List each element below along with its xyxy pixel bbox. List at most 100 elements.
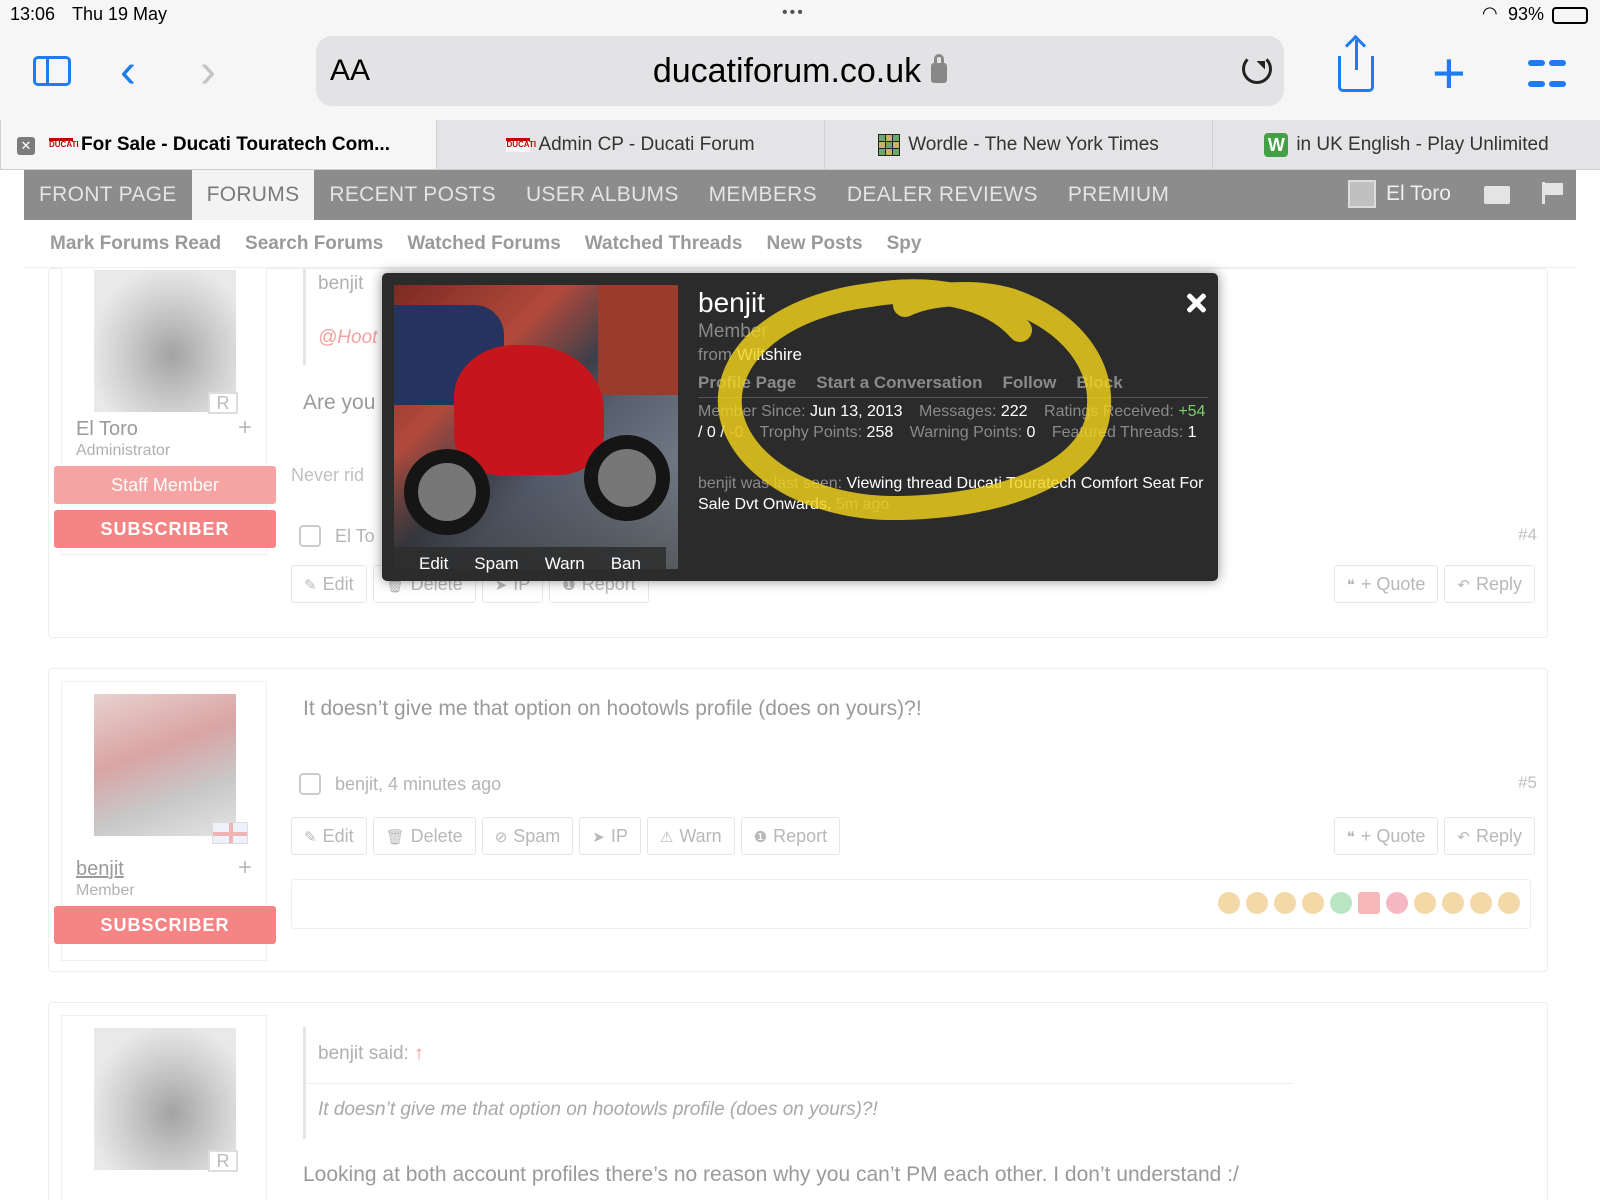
nav-premium[interactable]: PREMIUM [1053, 170, 1184, 220]
follow-link[interactable]: Follow [1003, 373, 1057, 393]
envelope-icon[interactable] [1484, 186, 1510, 204]
new-tab-icon[interactable]: + [1432, 40, 1466, 107]
thumbs-up-icon[interactable] [1218, 892, 1240, 914]
flag-icon[interactable] [1542, 182, 1564, 204]
tools-icon[interactable] [1442, 892, 1464, 914]
subnav-spy[interactable]: Spy [887, 233, 922, 255]
reply-button[interactable]: ↶ Reply [1444, 565, 1535, 603]
subnav-mark-forums-read[interactable]: Mark Forums Read [50, 233, 221, 255]
avatar[interactable]: R [94, 1028, 238, 1172]
url-text: ducatiforum.co.uk [652, 52, 922, 90]
sub-nav: Mark Forums Read Search Forums Watched F… [24, 220, 1576, 268]
trophy-points-value[interactable]: 258 [867, 424, 894, 441]
avatar[interactable]: R [94, 270, 238, 414]
select-checkbox[interactable] [299, 773, 321, 795]
staff-badge: Staff Member [54, 466, 276, 504]
forward-icon[interactable]: › [200, 44, 216, 99]
nav-front-page[interactable]: FRONT PAGE [24, 170, 192, 220]
avatar-spam-link[interactable]: Spam [474, 554, 518, 574]
delete-button[interactable]: 🗑 Delete [372, 817, 476, 855]
nav-recent-posts[interactable]: RECENT POSTS [314, 170, 511, 220]
tab-close-icon[interactable]: ✕ [17, 137, 35, 155]
avatar-ban-link[interactable]: Ban [611, 554, 641, 574]
quote-button[interactable]: ❝ + Quote [1333, 817, 1439, 855]
location-value[interactable]: Wiltshire [737, 345, 802, 364]
nav-forums[interactable]: FORUMS [191, 170, 315, 220]
tab-title: in UK English - Play Unlimited [1296, 133, 1549, 155]
profile-page-link[interactable]: Profile Page [698, 373, 796, 393]
block-link[interactable]: Block [1076, 373, 1122, 393]
edit-button[interactable]: ✎ Edit [291, 817, 367, 855]
member-popup: Edit Spam Warn Ban benjit Member from Wi… [382, 273, 1218, 581]
popup-username[interactable]: benjit [698, 287, 765, 319]
laugh-icon[interactable] [1274, 892, 1296, 914]
avatar-actions: Edit Spam Warn Ban [394, 547, 666, 581]
nav-dealer-reviews[interactable]: DEALER REVIEWS [832, 170, 1053, 220]
post-meta-text[interactable]: benjit, 4 minutes ago [335, 774, 501, 795]
radiation-icon[interactable] [1498, 892, 1520, 914]
rank-badge-icon: R [208, 392, 238, 414]
back-icon[interactable]: ‹ [120, 44, 136, 99]
share-icon[interactable] [1338, 40, 1374, 92]
account-menu[interactable]: El Toro [1348, 180, 1451, 208]
multitasking-dots-icon[interactable]: ••• [782, 4, 805, 22]
stat-label: Trophy Points: [759, 424, 863, 441]
photo-motorcycle [454, 345, 604, 475]
quote-button[interactable]: ❝ + Quote [1333, 565, 1439, 603]
stat-label: Featured Threads: [1051, 424, 1184, 441]
post-text: Are you [303, 391, 376, 414]
subnav-watched-threads[interactable]: Watched Threads [585, 233, 743, 255]
spam-button[interactable]: ⊘ Spam [481, 817, 574, 855]
url-field[interactable]: ducatiforum.co.uk [316, 52, 1284, 91]
close-icon[interactable] [1184, 291, 1208, 315]
tab-overview-icon[interactable] [1528, 54, 1566, 92]
quote-author[interactable]: benjit [318, 273, 363, 295]
cry-laugh-icon[interactable] [1302, 892, 1324, 914]
sidebar-icon[interactable] [33, 56, 71, 86]
post-author[interactable]: El Toro [76, 418, 138, 441]
post-number[interactable]: #4 [1518, 525, 1537, 545]
gift-icon[interactable] [1470, 892, 1492, 914]
avatar-warn-link[interactable]: Warn [545, 554, 585, 574]
report-button[interactable]: ❶ Report [740, 817, 841, 855]
address-bar[interactable]: AA ducatiforum.co.uk [316, 36, 1284, 106]
post-number[interactable]: #5 [1518, 773, 1537, 793]
browser-tab[interactable]: Wordle - The New York Times [824, 120, 1212, 169]
browser-tab[interactable]: ✕ DUCATI For Sale - Ducati Touratech Com… [0, 120, 436, 169]
subnav-search-forums[interactable]: Search Forums [245, 233, 383, 255]
subnav-watched-forums[interactable]: Watched Forums [407, 233, 560, 255]
subnav-new-posts[interactable]: New Posts [766, 233, 862, 255]
browser-tab[interactable]: DUCATI Admin CP - Ducati Forum [436, 120, 824, 169]
forum-post: R benjit said: ↑ It doesn’t give me that… [48, 1002, 1548, 1200]
heart-icon[interactable] [1386, 892, 1408, 914]
messages-value[interactable]: 222 [1001, 403, 1028, 420]
select-checkbox[interactable] [299, 525, 321, 547]
battery-percent: 93% [1508, 4, 1545, 24]
thumbs-down-icon[interactable] [1246, 892, 1268, 914]
post-meta-author[interactable]: El To [335, 526, 375, 547]
reload-icon[interactable] [1242, 54, 1272, 84]
plus-icon[interactable]: + [238, 854, 252, 882]
medal-icon[interactable] [1414, 892, 1436, 914]
nav-members[interactable]: MEMBERS [694, 170, 832, 220]
cross-icon[interactable] [1358, 892, 1380, 914]
quote-header-text: benjit said: [318, 1043, 409, 1064]
ip-button[interactable]: ➤ IP [579, 817, 641, 855]
nav-user-albums[interactable]: USER ALBUMS [511, 170, 694, 220]
wifi-icon: ◠ [1482, 3, 1498, 23]
browser-tab[interactable]: W in UK English - Play Unlimited [1212, 120, 1600, 169]
post-actions-right: ❝ + Quote ↶ Reply [1333, 565, 1535, 603]
post-author[interactable]: benjit [76, 858, 124, 881]
plus-icon[interactable]: + [238, 414, 252, 442]
warn-button[interactable]: ⚠ Warn [646, 817, 735, 855]
avatar-edit-link[interactable]: Edit [419, 554, 448, 574]
member-avatar-photo[interactable] [394, 285, 678, 569]
start-conversation-link[interactable]: Start a Conversation [816, 373, 982, 393]
edit-button[interactable]: ✎ Edit [291, 565, 367, 603]
quote-mention[interactable]: @Hoot [318, 327, 377, 349]
check-icon[interactable] [1330, 892, 1352, 914]
reply-button[interactable]: ↶ Reply [1444, 817, 1535, 855]
quote-block: benjit said: ↑ It doesn’t give me that o… [303, 1027, 1293, 1139]
avatar[interactable] [94, 694, 248, 844]
arrow-up-icon[interactable]: ↑ [414, 1043, 424, 1064]
